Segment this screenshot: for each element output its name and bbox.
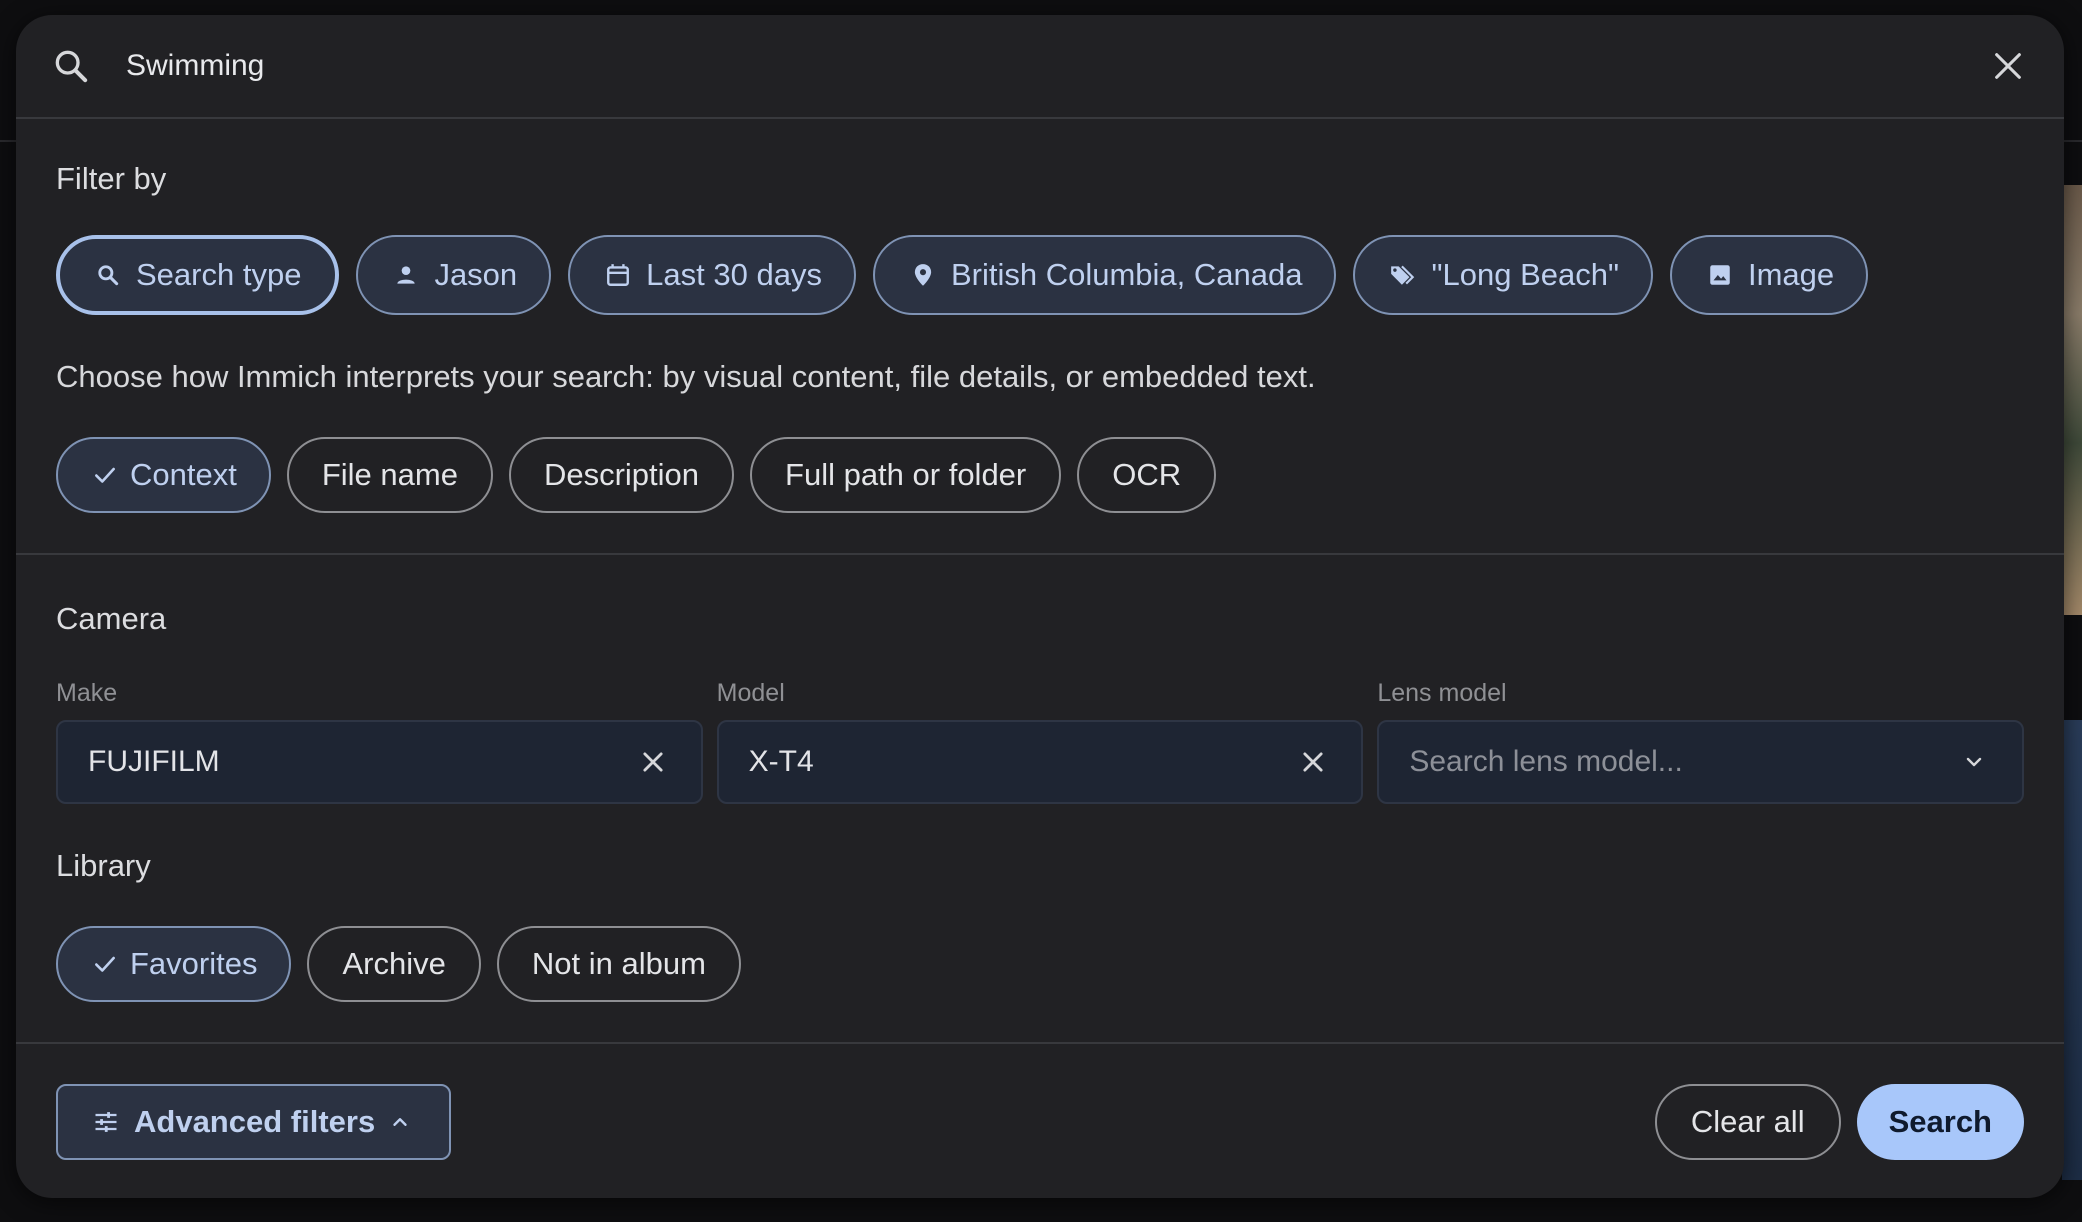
library-favorites[interactable]: Favorites — [56, 926, 292, 1002]
search-input[interactable]: Swimming — [126, 49, 1986, 83]
option-label: Not in album — [531, 946, 706, 981]
dialog-footer: Advanced filters Clear all Search — [16, 1084, 2064, 1160]
option-label: Description — [543, 457, 700, 492]
chip-label: "Long Beach" — [1431, 257, 1619, 292]
clear-all-button[interactable]: Clear all — [1654, 1084, 1841, 1160]
chip-label: Jason — [434, 257, 518, 292]
filter-chip-tag[interactable]: "Long Beach" — [1353, 235, 1653, 315]
model-value: X-T4 — [748, 745, 814, 778]
library-not-in-album[interactable]: Not in album — [496, 926, 741, 1002]
library-options: Favorites Archive Not in album — [56, 926, 2024, 1002]
filter-chip-date[interactable]: Last 30 days — [568, 235, 856, 315]
search-type-file-name[interactable]: File name — [286, 437, 493, 513]
chip-label: British Columbia, Canada — [950, 257, 1303, 292]
search-dialog: Swimming Filter by Search type Jason Las… — [16, 15, 2064, 1198]
model-field: Model X-T4 — [716, 679, 1364, 804]
clear-make-button[interactable] — [635, 744, 671, 780]
tag-icon — [1389, 261, 1417, 289]
filter-chips: Search type Jason Last 30 days British C… — [56, 235, 2024, 315]
image-icon — [1706, 261, 1734, 289]
filter-chip-person[interactable]: Jason — [356, 235, 552, 315]
option-label: Archive — [342, 946, 446, 981]
camera-heading: Camera — [56, 601, 167, 636]
lens-combobox[interactable]: Search lens model... — [1377, 720, 2025, 804]
chevron-down-icon[interactable] — [1956, 744, 1992, 780]
make-field: Make FUJIFILM — [56, 679, 703, 804]
clear-model-button[interactable] — [1295, 744, 1331, 780]
section-divider — [16, 553, 2064, 555]
search-type-options: Context File name Description Full path … — [56, 437, 2024, 513]
advanced-filters-label: Advanced filters — [134, 1104, 376, 1139]
search-type-ocr[interactable]: OCR — [1077, 437, 1217, 513]
close-icon — [1303, 752, 1323, 772]
section-divider — [16, 1042, 2064, 1044]
close-icon — [643, 752, 663, 772]
check-icon — [92, 950, 120, 978]
library-heading: Library — [56, 848, 151, 883]
close-button[interactable] — [1986, 44, 2030, 88]
chip-label: Search type — [136, 257, 302, 292]
lens-label: Lens model — [1377, 679, 1507, 707]
chip-label: Last 30 days — [646, 257, 822, 292]
make-combobox[interactable]: FUJIFILM — [56, 720, 703, 804]
model-label: Model — [716, 679, 785, 707]
close-icon — [1995, 53, 2021, 79]
option-label: OCR — [1112, 457, 1182, 492]
library-archive[interactable]: Archive — [307, 926, 481, 1002]
background-photo-thumbnail — [2062, 185, 2082, 615]
chevron-up-icon — [389, 1109, 415, 1135]
tune-icon — [92, 1107, 122, 1137]
filter-heading: Filter by — [56, 161, 167, 196]
option-label: File name — [321, 457, 458, 492]
search-icon — [94, 261, 122, 289]
search-icon — [50, 45, 92, 87]
search-type-context[interactable]: Context — [56, 437, 271, 513]
search-bar: Swimming — [16, 15, 2064, 119]
search-button[interactable]: Search — [1856, 1084, 2024, 1160]
filter-chip-search-type[interactable]: Search type — [56, 235, 340, 315]
lens-placeholder: Search lens model... — [1409, 745, 1683, 778]
calendar-icon — [604, 261, 632, 289]
make-value: FUJIFILM — [88, 745, 220, 778]
advanced-filters-button[interactable]: Advanced filters — [56, 1084, 452, 1160]
option-label: Context — [130, 457, 237, 492]
camera-fields: Make FUJIFILM Model X-T4 Lens model Sear… — [56, 679, 2025, 804]
make-label: Make — [56, 679, 118, 707]
search-type-description[interactable]: Description — [508, 437, 735, 513]
search-type-full-path[interactable]: Full path or folder — [750, 437, 1062, 513]
background-photo-thumbnail — [2062, 720, 2082, 1180]
lens-field: Lens model Search lens model... — [1377, 679, 2025, 804]
search-type-description: Choose how Immich interprets your search… — [56, 359, 1316, 394]
chip-label: Image — [1747, 257, 1835, 292]
model-combobox[interactable]: X-T4 — [716, 720, 1364, 804]
filter-chip-media-type[interactable]: Image — [1669, 235, 1869, 315]
location-pin-icon — [909, 261, 937, 289]
option-label: Full path or folder — [785, 457, 1027, 492]
filter-chip-location[interactable]: British Columbia, Canada — [872, 235, 1337, 315]
check-icon — [92, 461, 120, 489]
person-icon — [392, 261, 420, 289]
option-label: Favorites — [130, 946, 258, 981]
